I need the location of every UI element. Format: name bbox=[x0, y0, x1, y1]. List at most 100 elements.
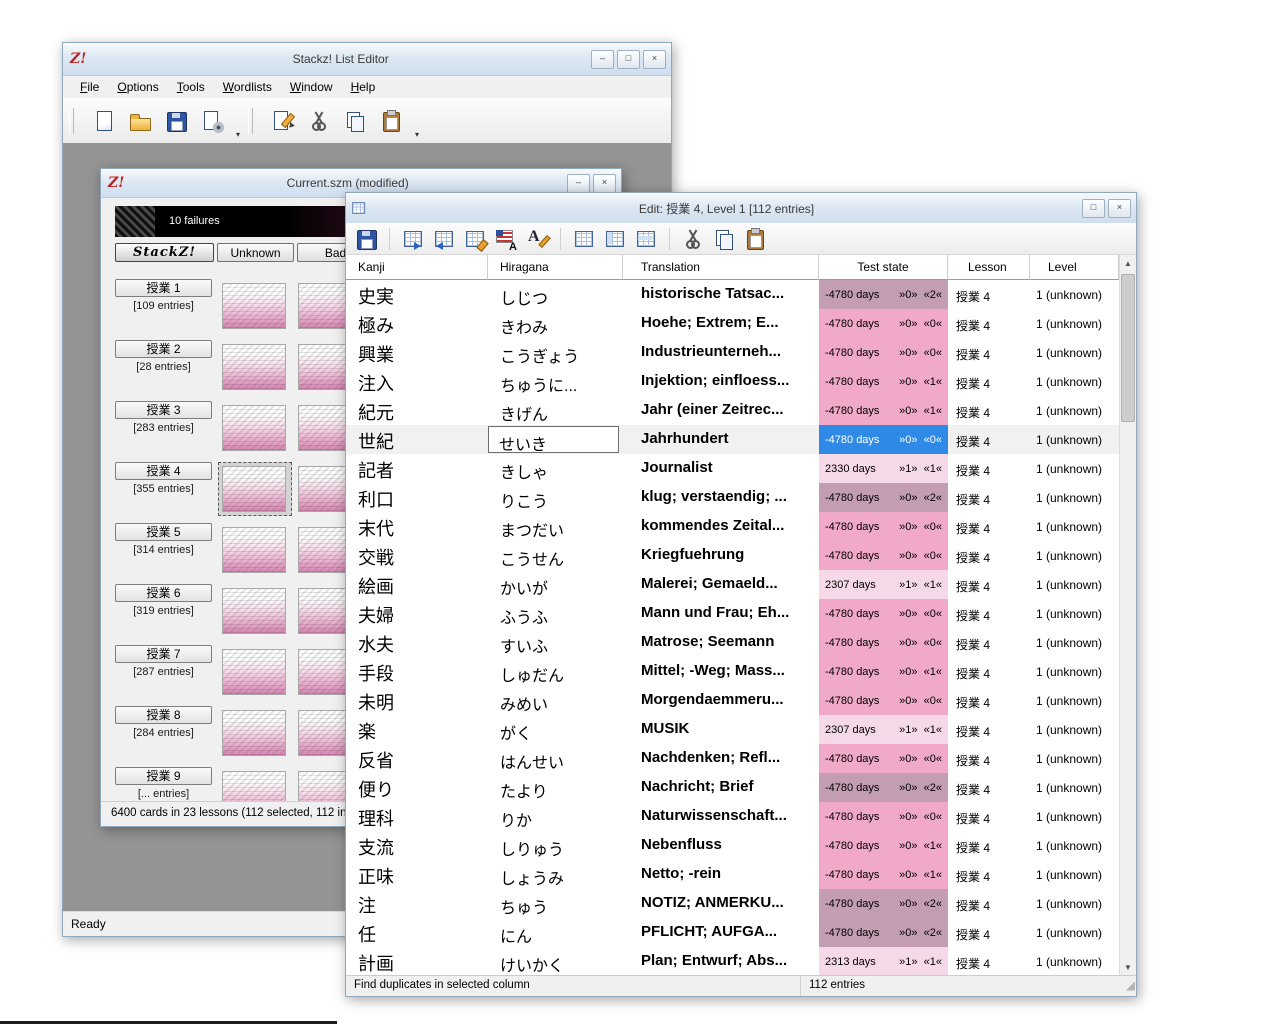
table-row[interactable]: 史実 しじつ historische Tatsac... -4780 days »0» … bbox=[346, 280, 1119, 309]
lesson-card-stack[interactable] bbox=[218, 340, 292, 394]
menu-tools[interactable]: Tools bbox=[168, 77, 214, 97]
save-file-icon[interactable] bbox=[164, 109, 188, 133]
menu-help[interactable]: Help bbox=[342, 77, 385, 97]
card-pile[interactable] bbox=[222, 405, 286, 451]
column-header-kanji[interactable]: Kanji bbox=[346, 255, 488, 280]
lesson-card-stack[interactable] bbox=[218, 279, 292, 333]
table-row[interactable]: 紀元 きげん Jahr (einer Zeitrec... -4780 days »0»… bbox=[346, 396, 1119, 425]
table-row[interactable]: 末代 まつだい kommendes Zeital... -4780 days »0» «… bbox=[346, 512, 1119, 541]
lesson-button[interactable]: 授業 5 bbox=[115, 523, 212, 541]
scrollbar-thumb[interactable] bbox=[1121, 274, 1135, 422]
table-row[interactable]: 楽 がく MUSIK 2307 days »1» «1« 授業 4 1 (unknown) bbox=[346, 715, 1119, 744]
cut-icon[interactable] bbox=[681, 227, 705, 251]
table-import-icon[interactable] bbox=[401, 227, 425, 251]
table-row[interactable]: 興業 こうぎょう Industrieunterneh... -4780 days »0»… bbox=[346, 338, 1119, 367]
table-row[interactable]: 支流 しりゅう Nebenfluss -4780 days »0» «1« 授業 4 1 (… bbox=[346, 831, 1119, 860]
close-button[interactable]: × bbox=[643, 49, 666, 69]
stackz-logo-button[interactable]: StackZ! bbox=[115, 243, 214, 262]
close-button[interactable]: × bbox=[1108, 198, 1131, 218]
table-row[interactable]: 絵画 かいが Malerei; Gemaeld... 2307 days »1» «1«… bbox=[346, 570, 1119, 599]
table-row[interactable]: 注入 ちゅうに... Injektion; einfloess... -4780 da… bbox=[346, 367, 1119, 396]
menu-options[interactable]: Options bbox=[108, 77, 167, 97]
table-row[interactable]: 世紀 せいき Jahrhundert -4780 days »0» «0« 授業 4 1 (… bbox=[346, 425, 1119, 454]
main-titlebar[interactable]: Z! Stackz! List Editor – □ × bbox=[63, 43, 671, 76]
table-row[interactable]: 夫婦 ふうふ Mann und Frau; Eh... -4780 days »0» «… bbox=[346, 599, 1119, 628]
lesson-card-stack[interactable] bbox=[218, 706, 292, 760]
table-row[interactable]: 正味 しょうみ Netto; -rein -4780 days »0» «1« 授業 4 1… bbox=[346, 860, 1119, 889]
lesson-button[interactable]: 授業 3 bbox=[115, 401, 212, 419]
table-view-1-icon[interactable] bbox=[572, 227, 596, 251]
menu-window[interactable]: Window bbox=[281, 77, 342, 97]
table-row[interactable]: 利口 りこう klug; verstaendig; ... -4780 days »0»… bbox=[346, 483, 1119, 512]
toolbar-overflow-icon[interactable] bbox=[236, 130, 240, 139]
lesson-card-stack[interactable] bbox=[218, 523, 292, 577]
table-view-2-icon[interactable] bbox=[603, 227, 627, 251]
lesson-button[interactable]: 授業 7 bbox=[115, 645, 212, 663]
copy-icon[interactable] bbox=[343, 109, 367, 133]
minimize-button[interactable]: – bbox=[591, 49, 614, 69]
resize-grip[interactable]: ◢ bbox=[1119, 976, 1136, 996]
sort-language-flag-icon[interactable] bbox=[494, 227, 518, 253]
paste-icon[interactable] bbox=[379, 109, 403, 133]
lesson-button[interactable]: 授業 9 bbox=[115, 767, 212, 785]
new-document-icon[interactable] bbox=[92, 109, 116, 133]
menu-file[interactable]: File bbox=[71, 77, 108, 97]
table-row[interactable]: 理科 りか Naturwissenschaft... -4780 days »0» «0… bbox=[346, 802, 1119, 831]
menu-wordlists[interactable]: Wordlists bbox=[214, 77, 281, 97]
column-header-translation[interactable]: Translation bbox=[623, 255, 819, 280]
save-file-icon[interactable] bbox=[354, 227, 378, 251]
lesson-button[interactable]: 授業 2 bbox=[115, 340, 212, 358]
table-row[interactable]: 水夫 すいふ Matrose; Seemann -4780 days »0» «0« 授業… bbox=[346, 628, 1119, 657]
edit-titlebar[interactable]: Edit: 授業 4, Level 1 [112 entries] □ × bbox=[346, 193, 1136, 224]
card-pile[interactable] bbox=[222, 466, 286, 512]
maximize-button[interactable]: □ bbox=[1082, 198, 1105, 218]
unknown-button[interactable]: Unknown bbox=[217, 243, 294, 262]
copy-icon[interactable] bbox=[712, 227, 736, 251]
table-row[interactable]: 便り たより Nachricht; Brief -4780 days »0» «2« 授業… bbox=[346, 773, 1119, 802]
table-row[interactable]: 任 にん PFLICHT; AUFGA... -4780 days »0» «2« 授業 … bbox=[346, 918, 1119, 947]
close-button[interactable]: × bbox=[593, 173, 616, 193]
column-header-test-state[interactable]: Test state bbox=[819, 255, 948, 280]
card-pile[interactable] bbox=[222, 527, 286, 573]
table-view-3-icon[interactable] bbox=[634, 227, 658, 251]
maximize-button[interactable]: □ bbox=[617, 49, 640, 69]
card-pile[interactable] bbox=[222, 588, 286, 634]
table-row[interactable]: 反省 はんせい Nachdenken; Refl... -4780 days »0» «… bbox=[346, 744, 1119, 773]
column-header-level[interactable]: Level bbox=[1030, 255, 1119, 280]
column-header-hiragana[interactable]: Hiragana bbox=[488, 255, 623, 280]
card-pile[interactable] bbox=[222, 649, 286, 695]
card-pile[interactable] bbox=[222, 710, 286, 756]
scroll-up-icon[interactable]: ▲ bbox=[1120, 255, 1136, 272]
lesson-card-stack[interactable] bbox=[218, 584, 292, 638]
card-pile[interactable] bbox=[222, 344, 286, 390]
paste-icon[interactable] bbox=[743, 227, 767, 251]
lesson-button[interactable]: 授業 8 bbox=[115, 706, 212, 724]
table-row[interactable]: 交戦 こうせん Kriegfuehrung -4780 days »0» «0« 授業 4… bbox=[346, 541, 1119, 570]
table-row[interactable]: 未明 みめい Morgendaemmeru... -4780 days »0» «0« 授… bbox=[346, 686, 1119, 715]
inline-edit-box[interactable]: せいき bbox=[488, 426, 619, 454]
toolbar-overflow-icon[interactable] bbox=[415, 130, 419, 139]
card-pile[interactable] bbox=[222, 771, 286, 801]
minimize-button[interactable]: – bbox=[567, 173, 590, 193]
table-row[interactable]: 手段 しゅだん Mittel; -Weg; Mass... -4780 days »0»… bbox=[346, 657, 1119, 686]
table-row[interactable]: 計画 けいかく Plan; Entwurf; Abs... 2313 days »1» … bbox=[346, 947, 1119, 976]
cut-icon[interactable] bbox=[307, 109, 331, 133]
column-header-lesson[interactable]: Lesson bbox=[948, 255, 1030, 280]
edit-page-icon[interactable] bbox=[271, 109, 296, 133]
lesson-card-stack[interactable] bbox=[218, 401, 292, 455]
scroll-down-icon[interactable]: ▼ bbox=[1120, 959, 1136, 976]
card-pile[interactable] bbox=[222, 283, 286, 329]
lesson-card-stack[interactable] bbox=[218, 767, 292, 801]
table-row[interactable]: 記者 きしゃ Journalist 2330 days »1» «1« 授業 4 1 (un… bbox=[346, 454, 1119, 483]
table-export-icon[interactable] bbox=[432, 227, 456, 251]
lesson-card-stack[interactable] bbox=[218, 645, 292, 699]
lesson-button[interactable]: 授業 4 bbox=[115, 462, 212, 480]
page-settings-icon[interactable] bbox=[200, 109, 224, 133]
table-row[interactable]: 極み きわみ Hoehe; Extrem; E... -4780 days »0» «0… bbox=[346, 309, 1119, 338]
lesson-button[interactable]: 授業 1 bbox=[115, 279, 212, 297]
table-row[interactable]: 注 ちゅう NOTIZ; ANMERKU... -4780 days »0» «2« 授業… bbox=[346, 889, 1119, 918]
vertical-scrollbar[interactable]: ▲ ▼ bbox=[1119, 255, 1136, 976]
open-file-icon[interactable] bbox=[128, 109, 152, 133]
font-edit-icon[interactable] bbox=[525, 227, 551, 251]
lesson-card-stack[interactable] bbox=[218, 462, 292, 516]
